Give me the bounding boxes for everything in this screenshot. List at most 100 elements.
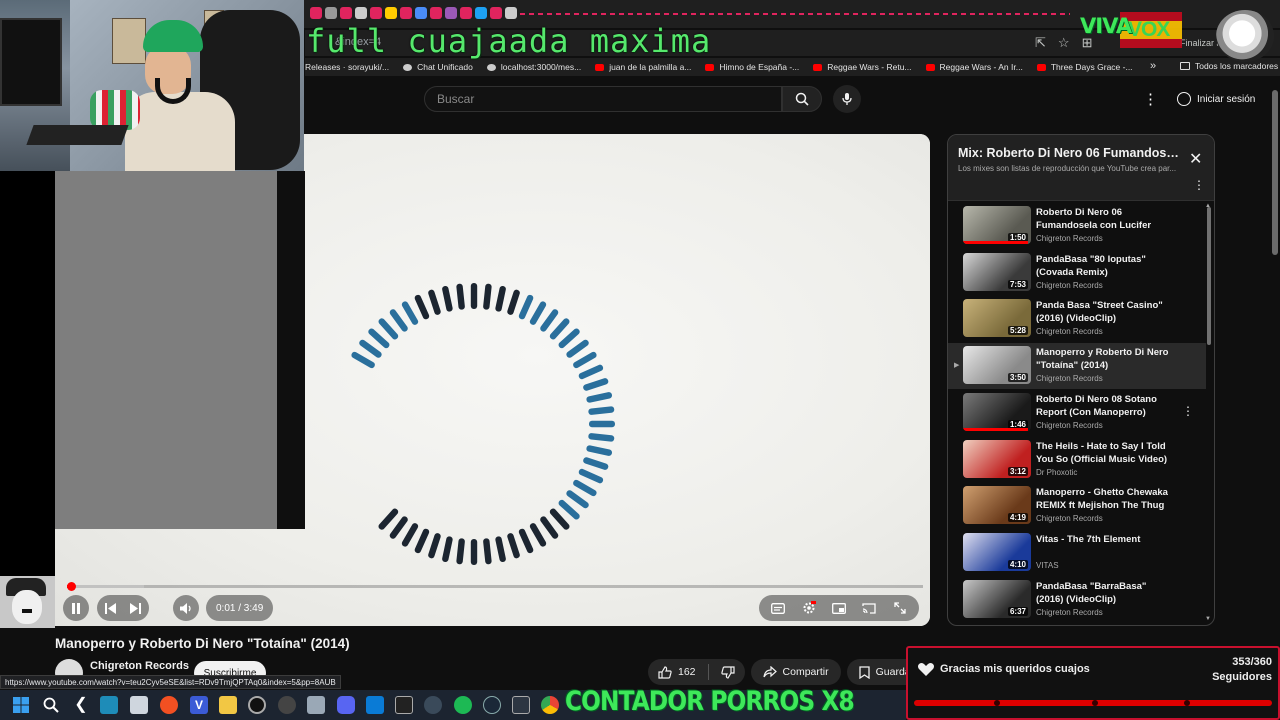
app-icon[interactable] (278, 696, 296, 714)
playlist-header: Mix: Roberto Di Nero 06 Fumandose... Los… (948, 135, 1214, 201)
share-button[interactable]: Compartir (750, 659, 841, 685)
bookmark-item[interactable]: localhost:3000/mes... (486, 62, 581, 72)
page-scrollbar[interactable] (1272, 90, 1278, 255)
terminal-icon[interactable] (512, 696, 530, 714)
bookmark-item[interactable]: juan de la palmilla a... (595, 62, 691, 72)
tab-favicon[interactable] (385, 7, 397, 19)
file-explorer-icon[interactable] (130, 696, 148, 714)
install-icon[interactable]: ⇱ (1035, 35, 1046, 51)
playlist-item[interactable]: 7:53 PandaBasa "80 Ioputas" (Covada Remix… (948, 250, 1206, 296)
subtitles-icon[interactable] (769, 601, 787, 615)
playlist-item[interactable]: 4:19 Manoperro - Ghetto Chewaka REMIX ft … (948, 483, 1206, 529)
chevron-right-icon[interactable]: » (1150, 60, 1156, 72)
app-v-icon[interactable]: V (190, 696, 208, 714)
spotify-icon[interactable] (454, 696, 472, 714)
playlist-title[interactable]: Mix: Roberto Di Nero 06 Fumandose... (958, 146, 1180, 160)
scroll-down-icon[interactable]: ▼ (1205, 616, 1211, 622)
playlist-scrollbar[interactable] (1207, 207, 1211, 345)
playlist-thumbnail[interactable]: 3:50 (963, 346, 1031, 385)
bookmark-item[interactable]: Three Days Grace -... (1036, 62, 1133, 72)
playlist-thumbnail[interactable]: 1:50 (963, 206, 1031, 244)
settings-kebab-icon[interactable]: ⋮ (1143, 90, 1158, 108)
channel-name[interactable]: Chigreton Records (90, 660, 189, 672)
playlist-menu-icon[interactable]: ⋮ (1193, 178, 1205, 192)
tab-favicon[interactable] (445, 7, 457, 19)
settings-gear-icon[interactable] (800, 601, 818, 615)
tab-favicon[interactable] (400, 7, 412, 19)
bookmark-item[interactable]: Reggae Wars - An Ir... (925, 62, 1023, 72)
bookmark-item[interactable]: Releases · sorayuki/... (305, 62, 389, 72)
vscode-icon[interactable] (366, 696, 384, 714)
previous-icon[interactable] (105, 602, 117, 614)
folder-icon[interactable] (219, 696, 237, 714)
app-k-icon[interactable]: ❮ (72, 696, 90, 714)
chrome-icon[interactable] (541, 696, 559, 714)
bookmark-item[interactable]: Reggae Wars - Retu... (813, 62, 912, 72)
tab-favicon[interactable] (325, 7, 337, 19)
star-icon[interactable]: ☆ (1058, 35, 1070, 51)
playlist-item[interactable]: 4:10 Vitas - The 7th Element VITAS (948, 530, 1206, 576)
playlist-item[interactable]: 1:50 Roberto Di Nero 06 Fumandosela con L… (948, 203, 1206, 249)
video-player[interactable]: 0:01 / 3:49 (55, 134, 930, 626)
all-bookmarks[interactable]: Todos los marcadores (1180, 61, 1278, 71)
search-icon[interactable] (42, 696, 60, 714)
gray-overlay-panel (55, 171, 277, 529)
miniplayer-icon[interactable] (830, 601, 848, 615)
tab-favicon[interactable] (310, 7, 322, 19)
playlist-thumbnail[interactable]: 3:12 (963, 439, 1031, 478)
search-input[interactable]: Buscar (424, 86, 782, 112)
follower-label: Seguidores (1212, 671, 1272, 683)
steam-icon[interactable] (483, 696, 501, 714)
next-icon[interactable] (129, 602, 141, 614)
playlist-item-channel: Chigreton Records (1036, 327, 1103, 337)
app-icon[interactable] (160, 696, 178, 714)
tab-favicon[interactable] (490, 7, 502, 19)
tab-favicon[interactable] (340, 7, 352, 19)
tab-favicon[interactable] (370, 7, 382, 19)
pause-button[interactable] (63, 595, 89, 621)
dislike-icon[interactable] (720, 665, 735, 679)
screen: &index=4 ⇱ ☆ ⊞ Finalizar a Releases · so… (0, 0, 1280, 720)
tab-favicon[interactable] (355, 7, 367, 19)
tab-favicon[interactable] (415, 7, 427, 19)
bookmark-item[interactable]: Himno de España -... (705, 62, 799, 72)
tab-favicon[interactable] (430, 7, 442, 19)
fullscreen-icon[interactable] (891, 601, 909, 615)
playlist-thumbnail[interactable]: 7:53 (963, 252, 1031, 291)
playlist-thumbnail[interactable]: 6:37 (963, 579, 1031, 618)
tab-favicon[interactable] (475, 7, 487, 19)
playlist-item[interactable]: ▶ 3:50 Manoperro y Roberto Di Nero "Totaín… (948, 343, 1206, 390)
cast-icon[interactable] (860, 601, 878, 615)
obs-icon[interactable] (248, 696, 266, 714)
tab-favicon[interactable] (460, 7, 472, 19)
item-menu-icon[interactable]: ⋮ (1182, 404, 1194, 418)
left-black-region (0, 171, 55, 576)
like-icon[interactable] (658, 665, 672, 679)
close-icon[interactable]: ✕ (1189, 149, 1202, 169)
progress-scrubber[interactable] (66, 582, 76, 591)
app-icon[interactable] (100, 696, 118, 714)
playlist-thumbnail[interactable]: 5:28 (963, 299, 1031, 338)
playlist-item[interactable]: 3:12 The Heils - Hate to Say I Told You S… (948, 437, 1206, 483)
playlist-thumbnail[interactable]: 1:46 (963, 392, 1031, 431)
tab-icons[interactable] (310, 7, 1070, 21)
playlist-item[interactable]: 6:37 PandaBasa "BarraBasa" (2016) (VideoC… (948, 577, 1206, 623)
volume-button[interactable] (173, 595, 199, 621)
signin-button[interactable]: Iniciar sesión (1169, 86, 1263, 112)
app-icon[interactable] (424, 696, 442, 714)
spinner-segment (495, 285, 506, 312)
tab-favicon[interactable] (505, 7, 517, 19)
progress-bar[interactable] (66, 582, 923, 591)
discord-icon[interactable] (337, 696, 355, 714)
scroll-up-icon[interactable]: ▲ (1205, 203, 1211, 209)
playlist-item[interactable]: 5:28 Panda Basa "Street Casino" (2016) (V… (948, 296, 1206, 342)
windows-start-icon[interactable] (12, 696, 30, 714)
playlist-thumbnail[interactable]: 4:19 (963, 486, 1031, 525)
playlist-item[interactable]: 1:46 Roberto Di Nero 08 Sotano Report (Co… (948, 390, 1206, 436)
voice-search-button[interactable] (833, 85, 861, 113)
app-icon[interactable] (307, 696, 325, 714)
bookmark-item[interactable]: Chat Unificado (403, 62, 473, 72)
app-icon[interactable] (395, 696, 413, 714)
search-button[interactable] (782, 86, 822, 112)
playlist-thumbnail[interactable]: 4:10 (963, 532, 1031, 571)
